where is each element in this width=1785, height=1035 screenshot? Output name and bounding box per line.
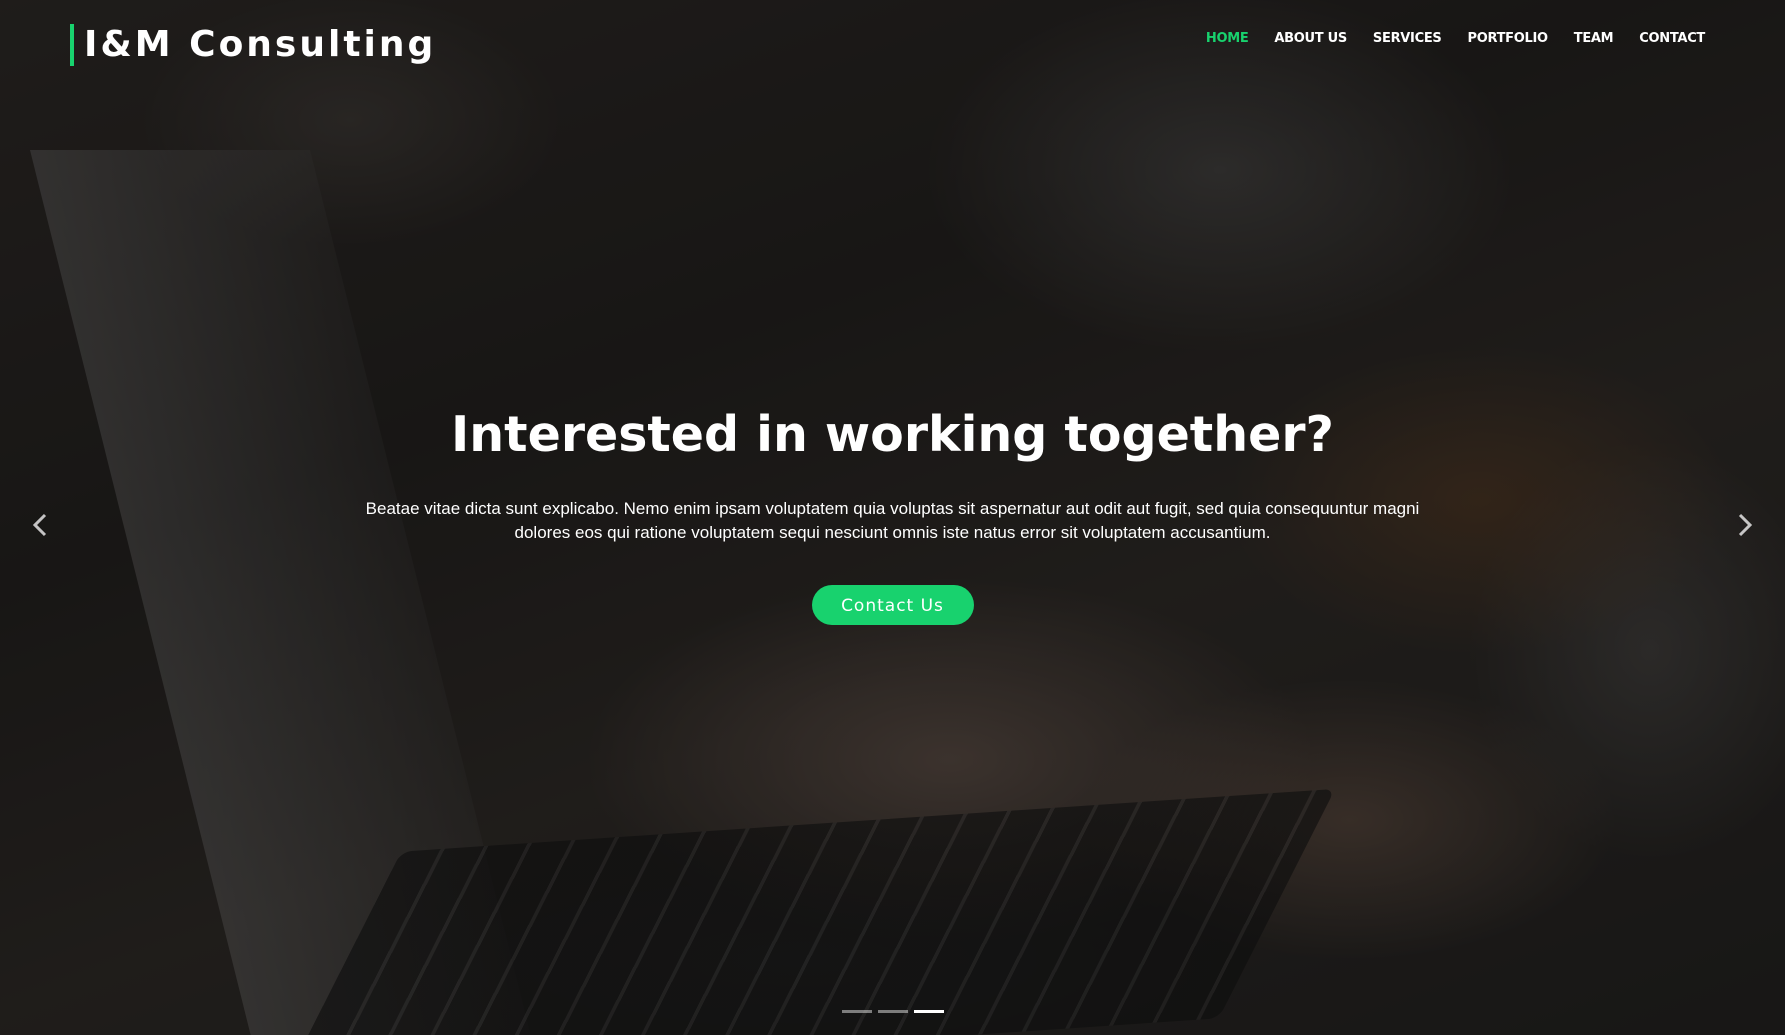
hero-content: Interested in working together? Beatae v… (0, 405, 1785, 625)
hero-description: Beatae vitae dicta sunt explicabo. Nemo … (365, 499, 1420, 542)
nav-item-services[interactable]: SERVICES (1373, 31, 1442, 46)
nav-item-home[interactable]: HOME (1206, 31, 1249, 46)
carousel-indicator-3[interactable] (913, 1010, 944, 1013)
carousel-indicator-1[interactable] (841, 1010, 872, 1013)
carousel-indicators (0, 1010, 1785, 1013)
nav-item-team[interactable]: TEAM (1574, 31, 1614, 46)
nav-item-portfolio[interactable]: PORTFOLIO (1467, 31, 1548, 46)
hero-title: Interested in working together? (451, 406, 1334, 463)
hero-section: I&M Consulting HOME ABOUT US SERVICES PO… (0, 0, 1785, 1035)
main-nav: HOME ABOUT US SERVICES PORTFOLIO TEAM CO… (1206, 31, 1705, 46)
site-header: I&M Consulting HOME ABOUT US SERVICES PO… (0, 0, 1785, 90)
nav-item-about-us[interactable]: ABOUT US (1274, 31, 1347, 46)
site-logo[interactable]: I&M Consulting (70, 24, 436, 66)
carousel-indicator-2[interactable] (877, 1010, 908, 1013)
contact-us-button[interactable]: Contact Us (811, 585, 974, 625)
nav-item-contact[interactable]: CONTACT (1639, 31, 1705, 46)
